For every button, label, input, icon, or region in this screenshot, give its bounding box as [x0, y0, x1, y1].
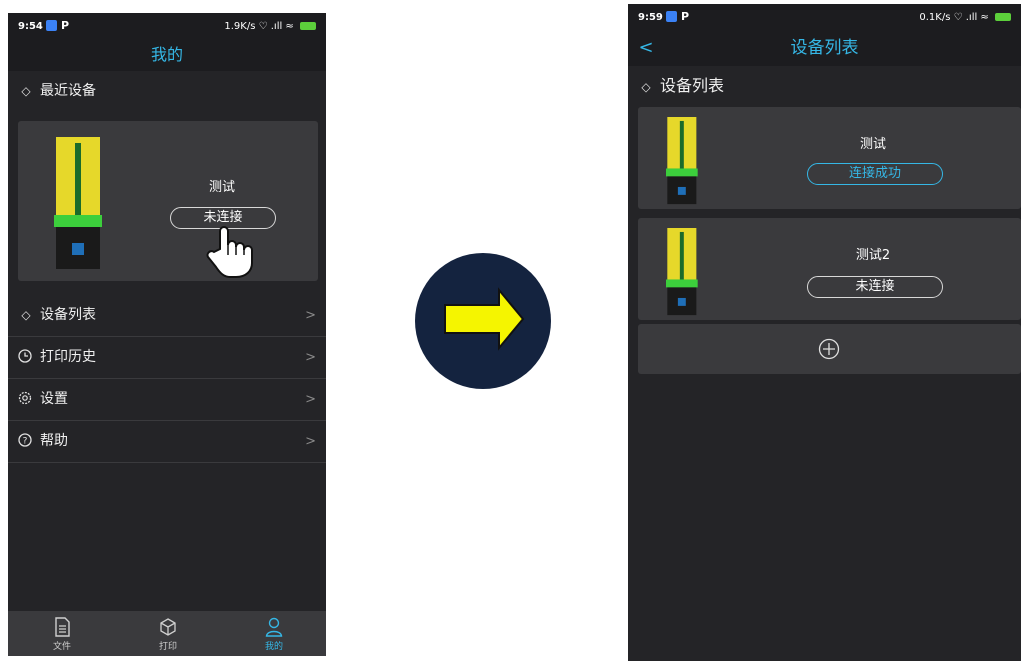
- tab-label: 我的: [264, 642, 283, 652]
- tab-mine[interactable]: 我的: [244, 617, 304, 652]
- network-speed: 1.9K/s ♡ .ıll ≈: [224, 21, 294, 32]
- user-icon: [265, 617, 283, 637]
- connect-status-button[interactable]: 连接成功: [807, 163, 943, 185]
- battery-icon: [300, 22, 316, 30]
- left-phone-screen: 9:54 P 1.9K/s ♡ .ıll ≈ 我的 ◇ 最近设备 测试 未连接 ◇…: [8, 13, 326, 656]
- tap-hand-icon: [206, 226, 253, 278]
- network-speed: 0.1K/s ♡ .ıll ≈: [919, 12, 989, 23]
- device-name: 测试2: [855, 248, 891, 263]
- status-right: 1.9K/s ♡ .ıll ≈: [224, 21, 316, 32]
- status-bar: 9:59 P 0.1K/s ♡ .ıll ≈: [628, 4, 1021, 30]
- app-notification-icon: [46, 20, 57, 31]
- app-notification-icon: [666, 11, 677, 22]
- help-icon: ?: [18, 433, 32, 447]
- chevron-right-icon: >: [305, 350, 316, 365]
- menu-label: 帮助: [40, 433, 68, 449]
- back-chevron-icon[interactable]: <: [636, 30, 656, 66]
- menu-label: 打印历史: [40, 349, 96, 365]
- device-list-label: 设备列表: [660, 76, 725, 95]
- tab-print[interactable]: 打印: [138, 617, 198, 652]
- file-icon: [55, 617, 70, 637]
- layers-icon: ◇: [641, 80, 651, 94]
- tab-label: 文件: [52, 642, 71, 652]
- svg-text:?: ?: [23, 437, 28, 447]
- arrow-right-icon: [444, 287, 525, 351]
- status-bar: 9:54 P 1.9K/s ♡ .ıll ≈: [8, 13, 326, 39]
- chevron-right-icon: >: [305, 434, 316, 449]
- battery-icon: [995, 13, 1011, 21]
- recent-devices-header: ◇ 最近设备: [8, 71, 326, 111]
- device-card[interactable]: 测试 连接成功: [638, 107, 1021, 209]
- clock-icon: [18, 349, 32, 363]
- bottom-tab-bar: 文件 打印 我的: [8, 611, 326, 656]
- status-time: 9:59: [638, 12, 663, 23]
- menu-label: 设置: [40, 391, 68, 407]
- chevron-right-icon: >: [305, 392, 316, 407]
- transition-arrow-badge: [415, 253, 551, 389]
- status-time: 9:54: [18, 21, 43, 32]
- device-list-header: ◇ 设备列表: [628, 66, 1021, 106]
- tab-label: 打印: [158, 642, 177, 652]
- layers-icon: ◇: [21, 308, 31, 322]
- page-title: 我的: [8, 39, 326, 71]
- right-phone-screen: 9:59 P 0.1K/s ♡ .ıll ≈ < 设备列表 ◇ 设备列表 测试 连…: [628, 4, 1021, 661]
- menu-label: 设备列表: [40, 307, 96, 323]
- menu-item-device-list[interactable]: ◇ 设备列表 >: [8, 295, 326, 337]
- tab-files[interactable]: 文件: [32, 617, 92, 652]
- add-device-button[interactable]: [638, 324, 1021, 374]
- p-notification-icon: P: [681, 10, 690, 23]
- plus-circle-icon: [818, 338, 840, 360]
- device-name: 测试: [859, 137, 886, 152]
- chevron-right-icon: >: [305, 308, 316, 323]
- status-right: 0.1K/s ♡ .ıll ≈: [919, 12, 1011, 23]
- p-notification-icon: P: [61, 19, 70, 32]
- device-name: 测试: [208, 180, 235, 195]
- menu-item-help[interactable]: ? 帮助 >: [8, 421, 326, 463]
- gear-icon: [18, 391, 32, 405]
- menu-item-settings[interactable]: 设置 >: [8, 379, 326, 421]
- device-card[interactable]: 测试2 未连接: [638, 218, 1021, 320]
- page-title: < 设备列表: [628, 30, 1021, 66]
- title-text: 设备列表: [790, 38, 859, 58]
- connect-status-button[interactable]: 未连接: [807, 276, 943, 298]
- cube-icon: [160, 618, 176, 636]
- menu-item-print-history[interactable]: 打印历史 >: [8, 337, 326, 379]
- recent-device-card[interactable]: 测试 未连接: [18, 121, 318, 281]
- layers-icon: ◇: [21, 84, 31, 98]
- recent-devices-label: 最近设备: [40, 83, 96, 99]
